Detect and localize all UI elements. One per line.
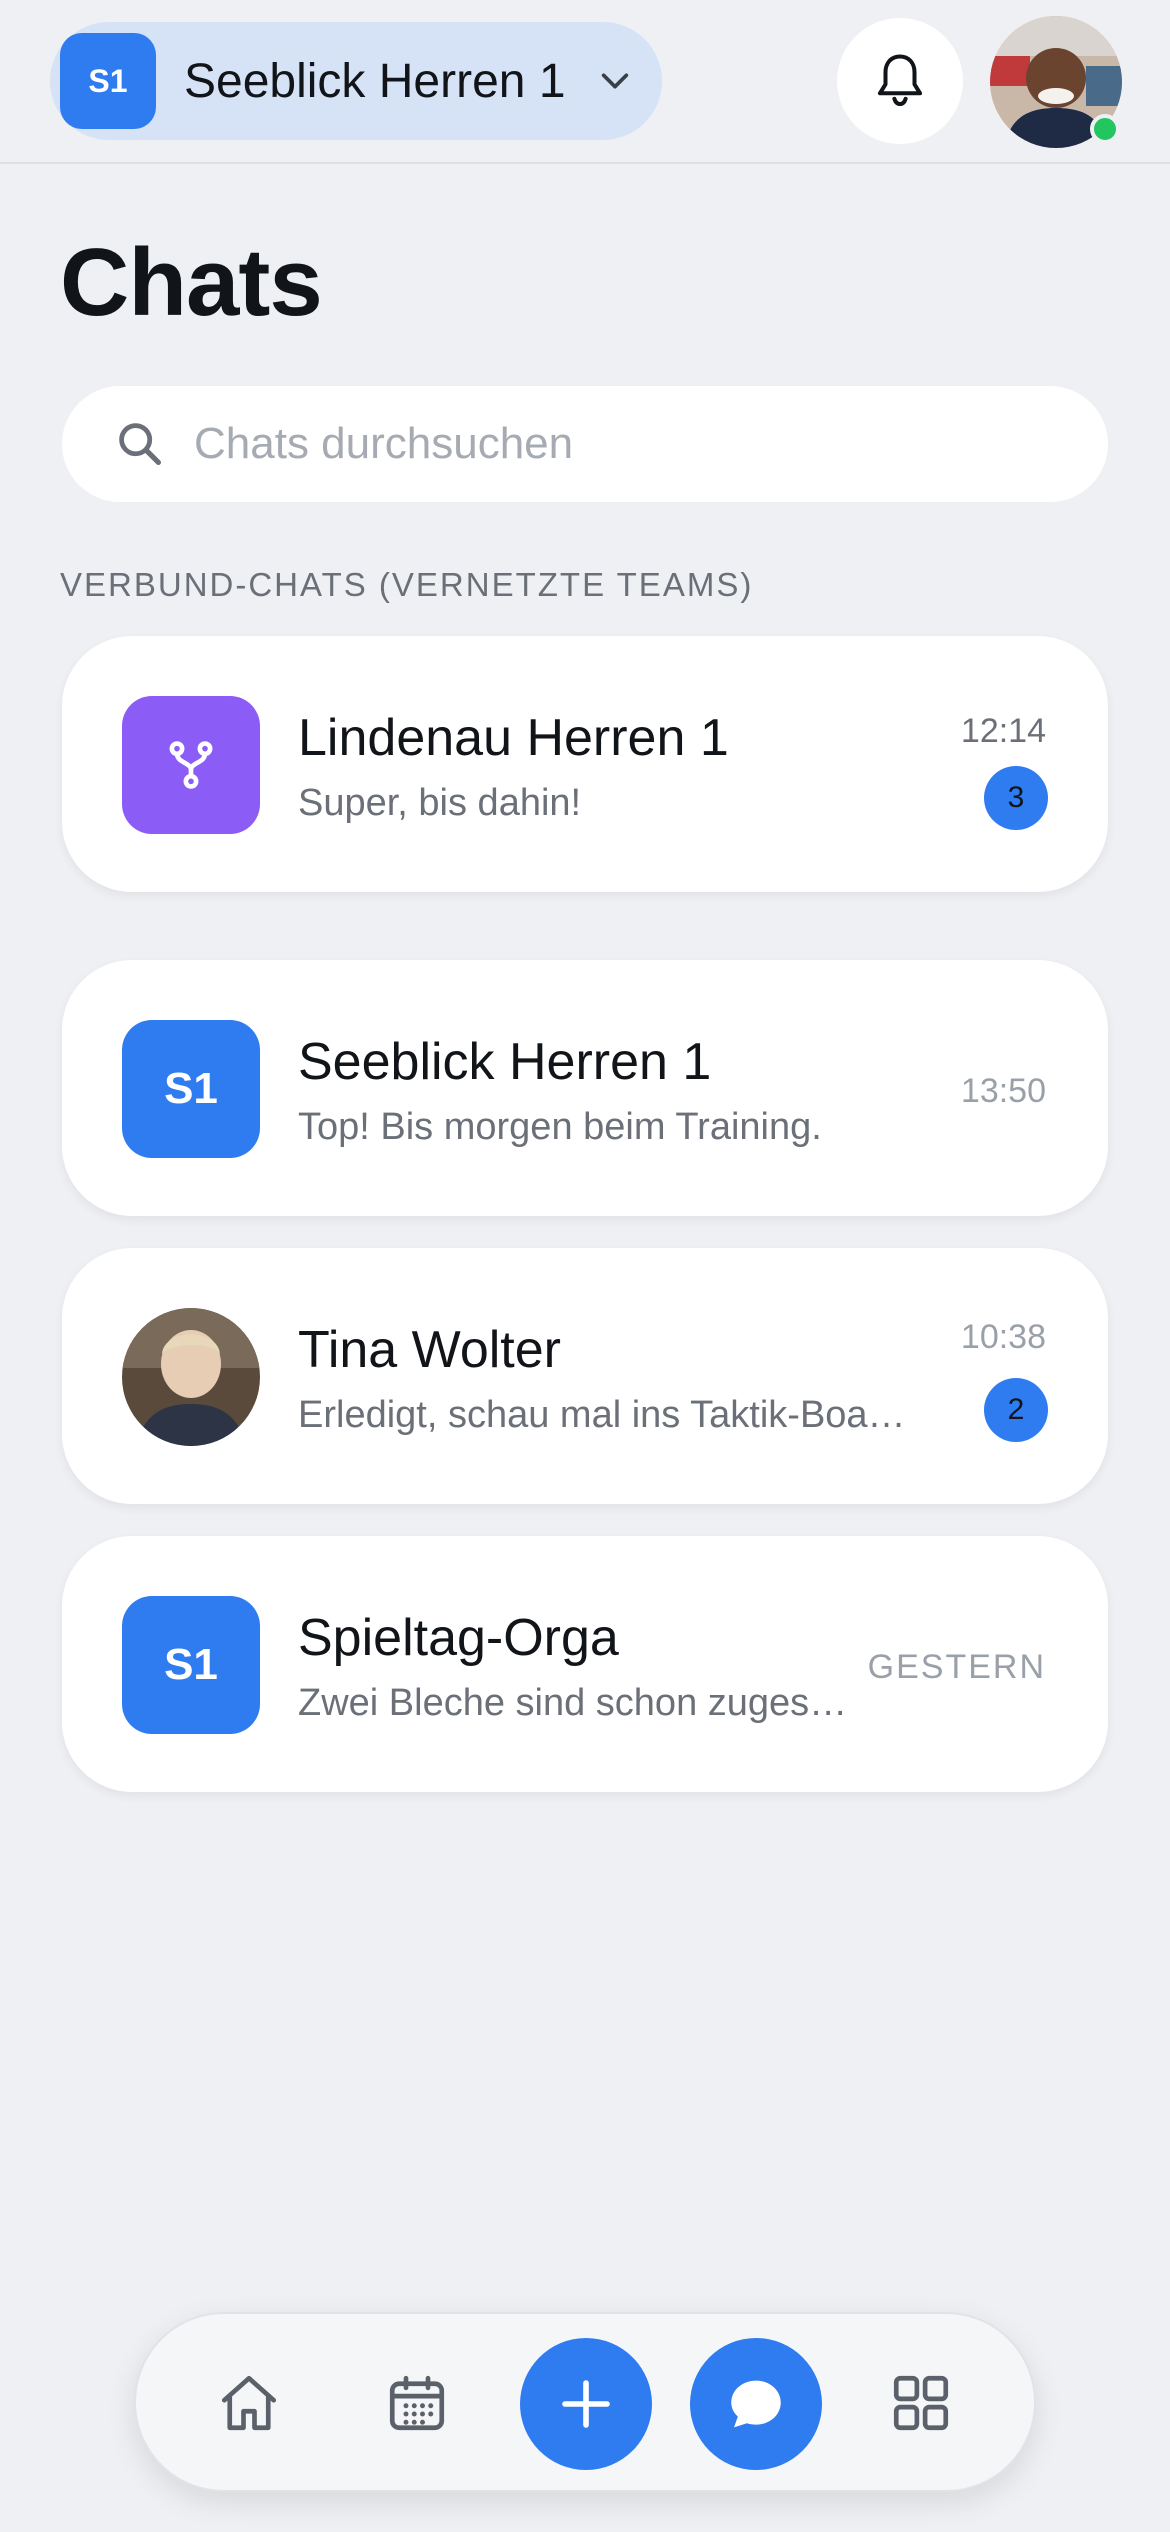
person-avatar [122, 1308, 260, 1446]
chat-name: Spieltag-Orga [298, 1609, 619, 1667]
top-bar: S1 Seeblick Herren 1 [0, 0, 1170, 164]
team-switcher[interactable]: S1 Seeblick Herren 1 [50, 22, 662, 140]
network-fork-icon [169, 741, 213, 789]
chat-item-lindenau-herren-1[interactable]: Lindenau Herren 1 Super, bis dahin! 12:1… [62, 636, 1108, 892]
search-input[interactable] [194, 419, 1074, 469]
nav-chats[interactable] [690, 2338, 822, 2470]
chat-name: Tina Wolter [298, 1321, 561, 1379]
chat-time: 10:38 [960, 1318, 1046, 1356]
online-status-indicator [1090, 114, 1120, 144]
chat-thumbnail [122, 696, 260, 834]
chat-preview: Erledigt, schau mal ins Taktik-Boa… [298, 1394, 906, 1436]
grid-icon [893, 2375, 949, 2431]
search-bar[interactable] [62, 386, 1108, 502]
chat-item-spieltag-orga[interactable]: S1 Spieltag-Orga Zwei Bleche sind schon … [62, 1536, 1108, 1792]
person-avatar-photo [122, 1308, 260, 1446]
chat-preview: Top! Bis morgen beim Training. [298, 1106, 822, 1148]
nav-more[interactable] [876, 2358, 966, 2448]
chat-time: GESTERN [867, 1648, 1046, 1686]
chat-preview: Zwei Bleche sind schon zuges… [298, 1682, 848, 1724]
chat-name: Lindenau Herren 1 [298, 709, 729, 767]
chat-name: Seeblick Herren 1 [298, 1033, 712, 1091]
chat-thumbnail: S1 [122, 1596, 260, 1734]
nav-home[interactable] [204, 2358, 294, 2448]
home-icon [221, 2375, 277, 2431]
team-name: Seeblick Herren 1 [184, 54, 566, 108]
team-badge: S1 [60, 33, 156, 129]
nav-calendar[interactable] [372, 2358, 462, 2448]
unread-badge: 3 [984, 766, 1048, 830]
chat-time: 12:14 [960, 712, 1046, 750]
plus-icon [562, 2380, 610, 2428]
chat-thumbnail: S1 [122, 1020, 260, 1158]
notifications-button[interactable] [837, 18, 963, 144]
chat-item-tina-wolter[interactable]: Tina Wolter Erledigt, schau mal ins Takt… [62, 1248, 1108, 1504]
chat-time: 13:50 [960, 1072, 1046, 1110]
add-button[interactable] [520, 2338, 652, 2470]
chat-bubble-icon [731, 2380, 781, 2428]
chat-preview: Super, bis dahin! [298, 782, 582, 824]
calendar-icon [389, 2375, 445, 2431]
unread-badge: 2 [984, 1378, 1048, 1442]
bell-icon [877, 54, 923, 106]
chat-item-seeblick-herren-1[interactable]: S1 Seeblick Herren 1 Top! Bis morgen bei… [62, 960, 1108, 1216]
section-label: VERBUND-CHATS (VERNETZTE TEAMS) [60, 566, 754, 603]
page-title: Chats [60, 229, 323, 336]
bottom-navigation [134, 2312, 1036, 2492]
chevron-down-icon [601, 73, 629, 89]
search-icon [119, 423, 162, 466]
